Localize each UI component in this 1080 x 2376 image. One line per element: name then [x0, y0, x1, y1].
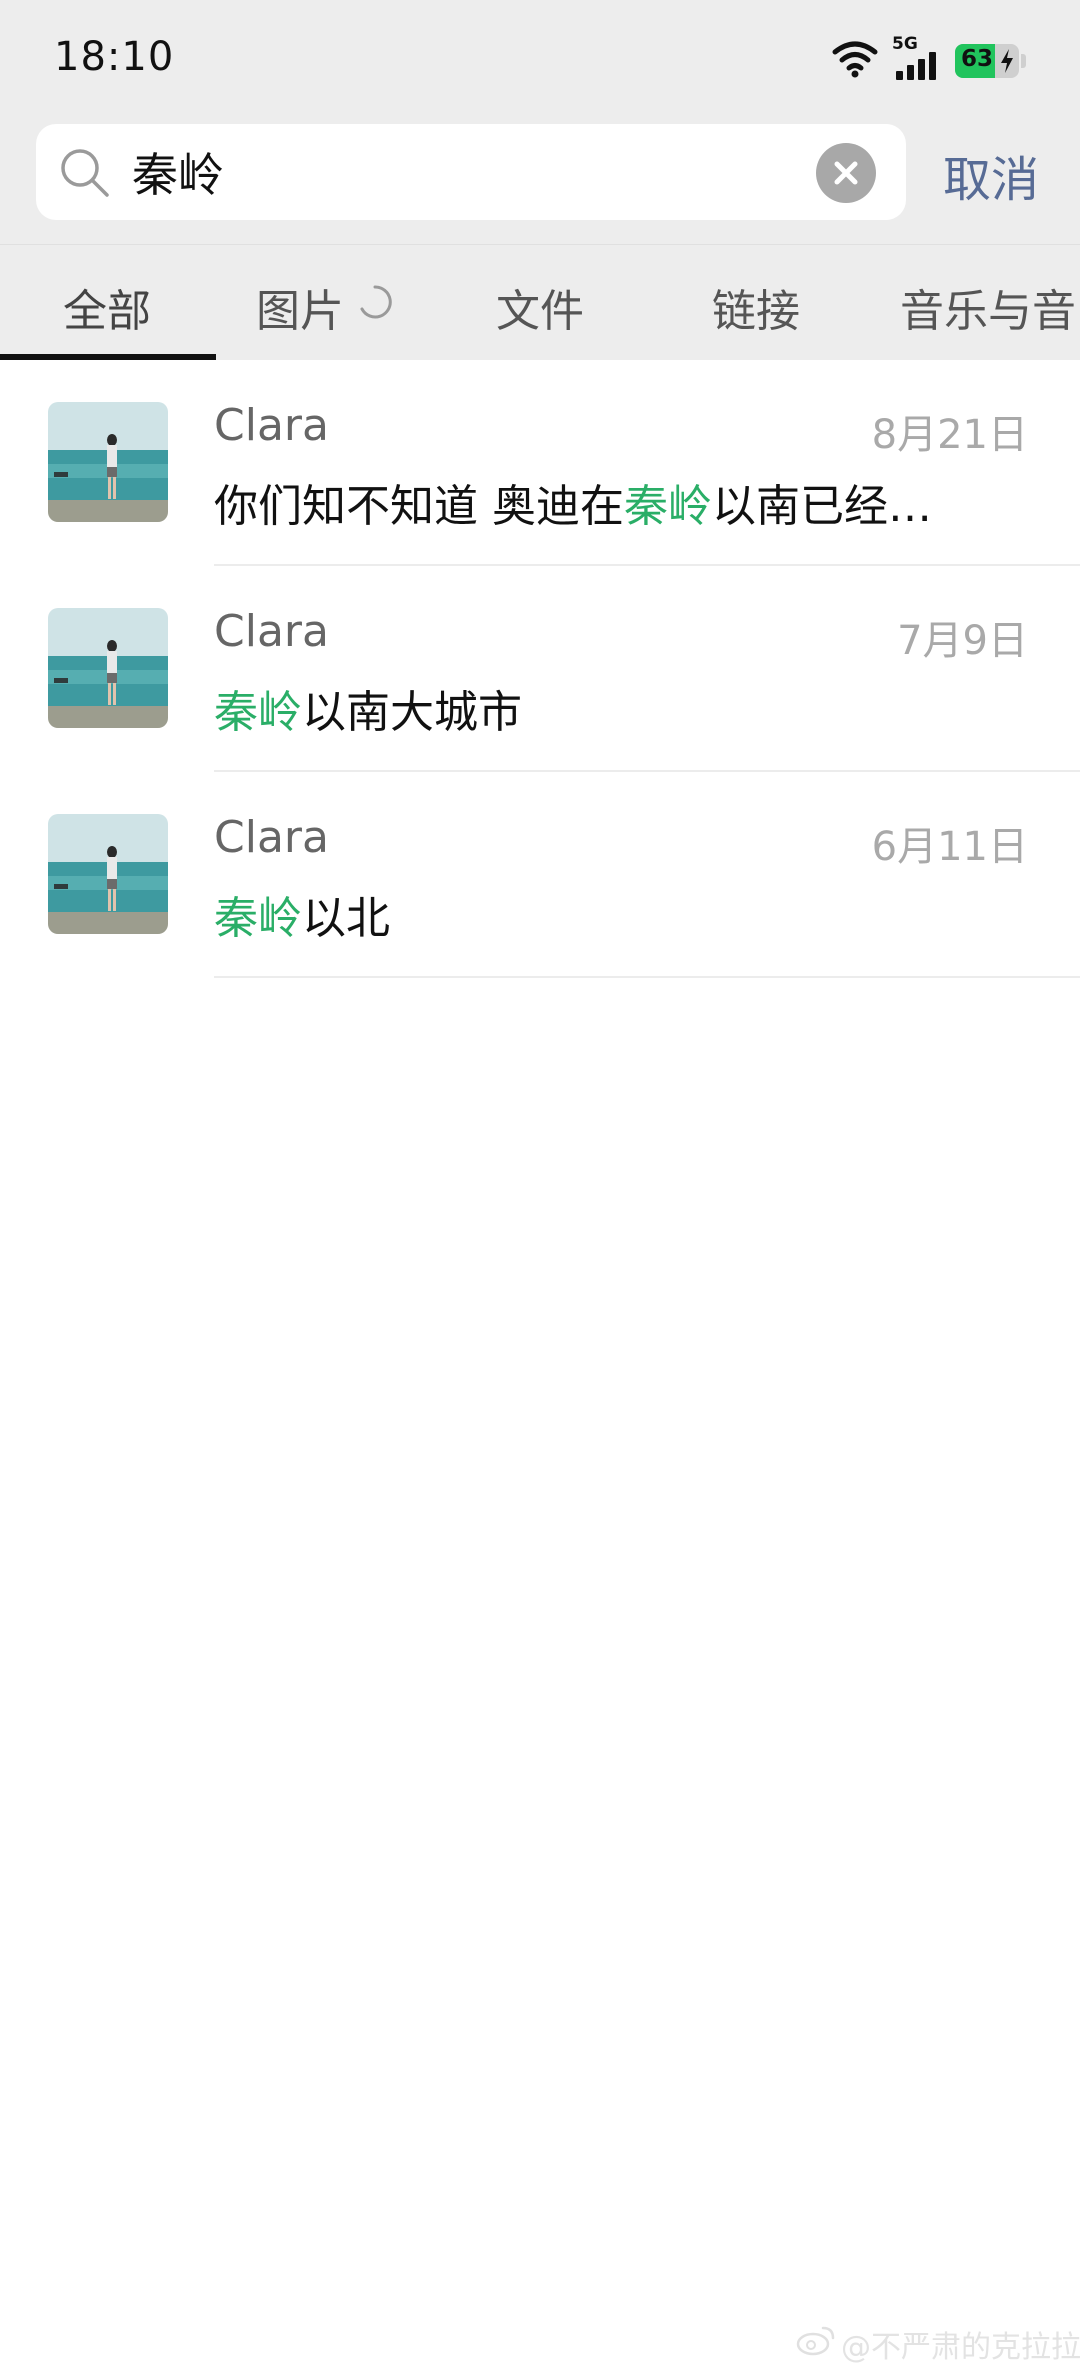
result-row[interactable]: Clara 7月9日 秦岭以南大城市: [0, 566, 1080, 772]
clear-search-button[interactable]: [816, 143, 876, 203]
search-match-highlight: 秦岭: [214, 687, 302, 738]
result-sender-name: Clara: [214, 400, 329, 451]
tab-files[interactable]: 文件: [496, 275, 584, 339]
result-row[interactable]: Clara 6月11日 秦岭以北: [0, 772, 1080, 978]
result-date: 7月9日: [897, 618, 1028, 664]
tab-all[interactable]: 全部: [63, 275, 151, 339]
search-match-highlight: 秦岭: [214, 893, 302, 944]
divider: [214, 976, 1080, 978]
header-area: 18:10 5G 63 秦岭 取消 全部 图片 文件 链接 音乐与音: [0, 0, 1080, 360]
result-sender-name: Clara: [214, 606, 329, 657]
search-match-highlight: 秦岭: [624, 481, 712, 532]
tab-music-audio[interactable]: 音乐与音: [900, 275, 1076, 339]
watermark-text: @不严肃的克拉拉: [841, 2330, 1080, 2365]
signal-bars: [896, 52, 940, 80]
search-icon: [61, 149, 109, 197]
close-icon: [834, 161, 858, 185]
battery-icon: 63: [955, 44, 1019, 78]
tab-links[interactable]: 链接: [712, 275, 800, 339]
search-input[interactable]: [132, 138, 832, 206]
result-row[interactable]: Clara 8月21日 你们知不知道 奥迪在秦岭以南已经…: [0, 360, 1080, 566]
avatar: [48, 402, 168, 522]
charging-bolt-icon: [1001, 49, 1013, 73]
watermark: @不严肃的克拉拉: [795, 2318, 1080, 2365]
result-snippet: 秦岭以北: [214, 893, 390, 944]
result-snippet: 你们知不知道 奥迪在秦岭以南已经…: [214, 481, 932, 532]
weibo-icon: [796, 2326, 835, 2356]
status-time: 18:10: [54, 34, 175, 80]
wifi-icon: [832, 41, 878, 78]
tab-images[interactable]: 图片: [256, 275, 344, 339]
network-type-label: 5G: [892, 34, 918, 54]
search-bar[interactable]: [36, 124, 906, 220]
result-snippet: 秦岭以南大城市: [214, 687, 522, 738]
battery-level: 63: [961, 46, 994, 72]
avatar: [48, 814, 168, 934]
result-sender-name: Clara: [214, 812, 329, 863]
avatar: [48, 608, 168, 728]
battery-cap: [1021, 54, 1026, 68]
result-date: 6月11日: [871, 824, 1028, 870]
loading-spinner-icon: [360, 285, 392, 319]
cancel-button[interactable]: 取消: [943, 140, 1039, 210]
result-date: 8月21日: [871, 412, 1028, 458]
cellular-signal-icon: 5G: [892, 34, 940, 80]
divider: [0, 244, 1080, 245]
